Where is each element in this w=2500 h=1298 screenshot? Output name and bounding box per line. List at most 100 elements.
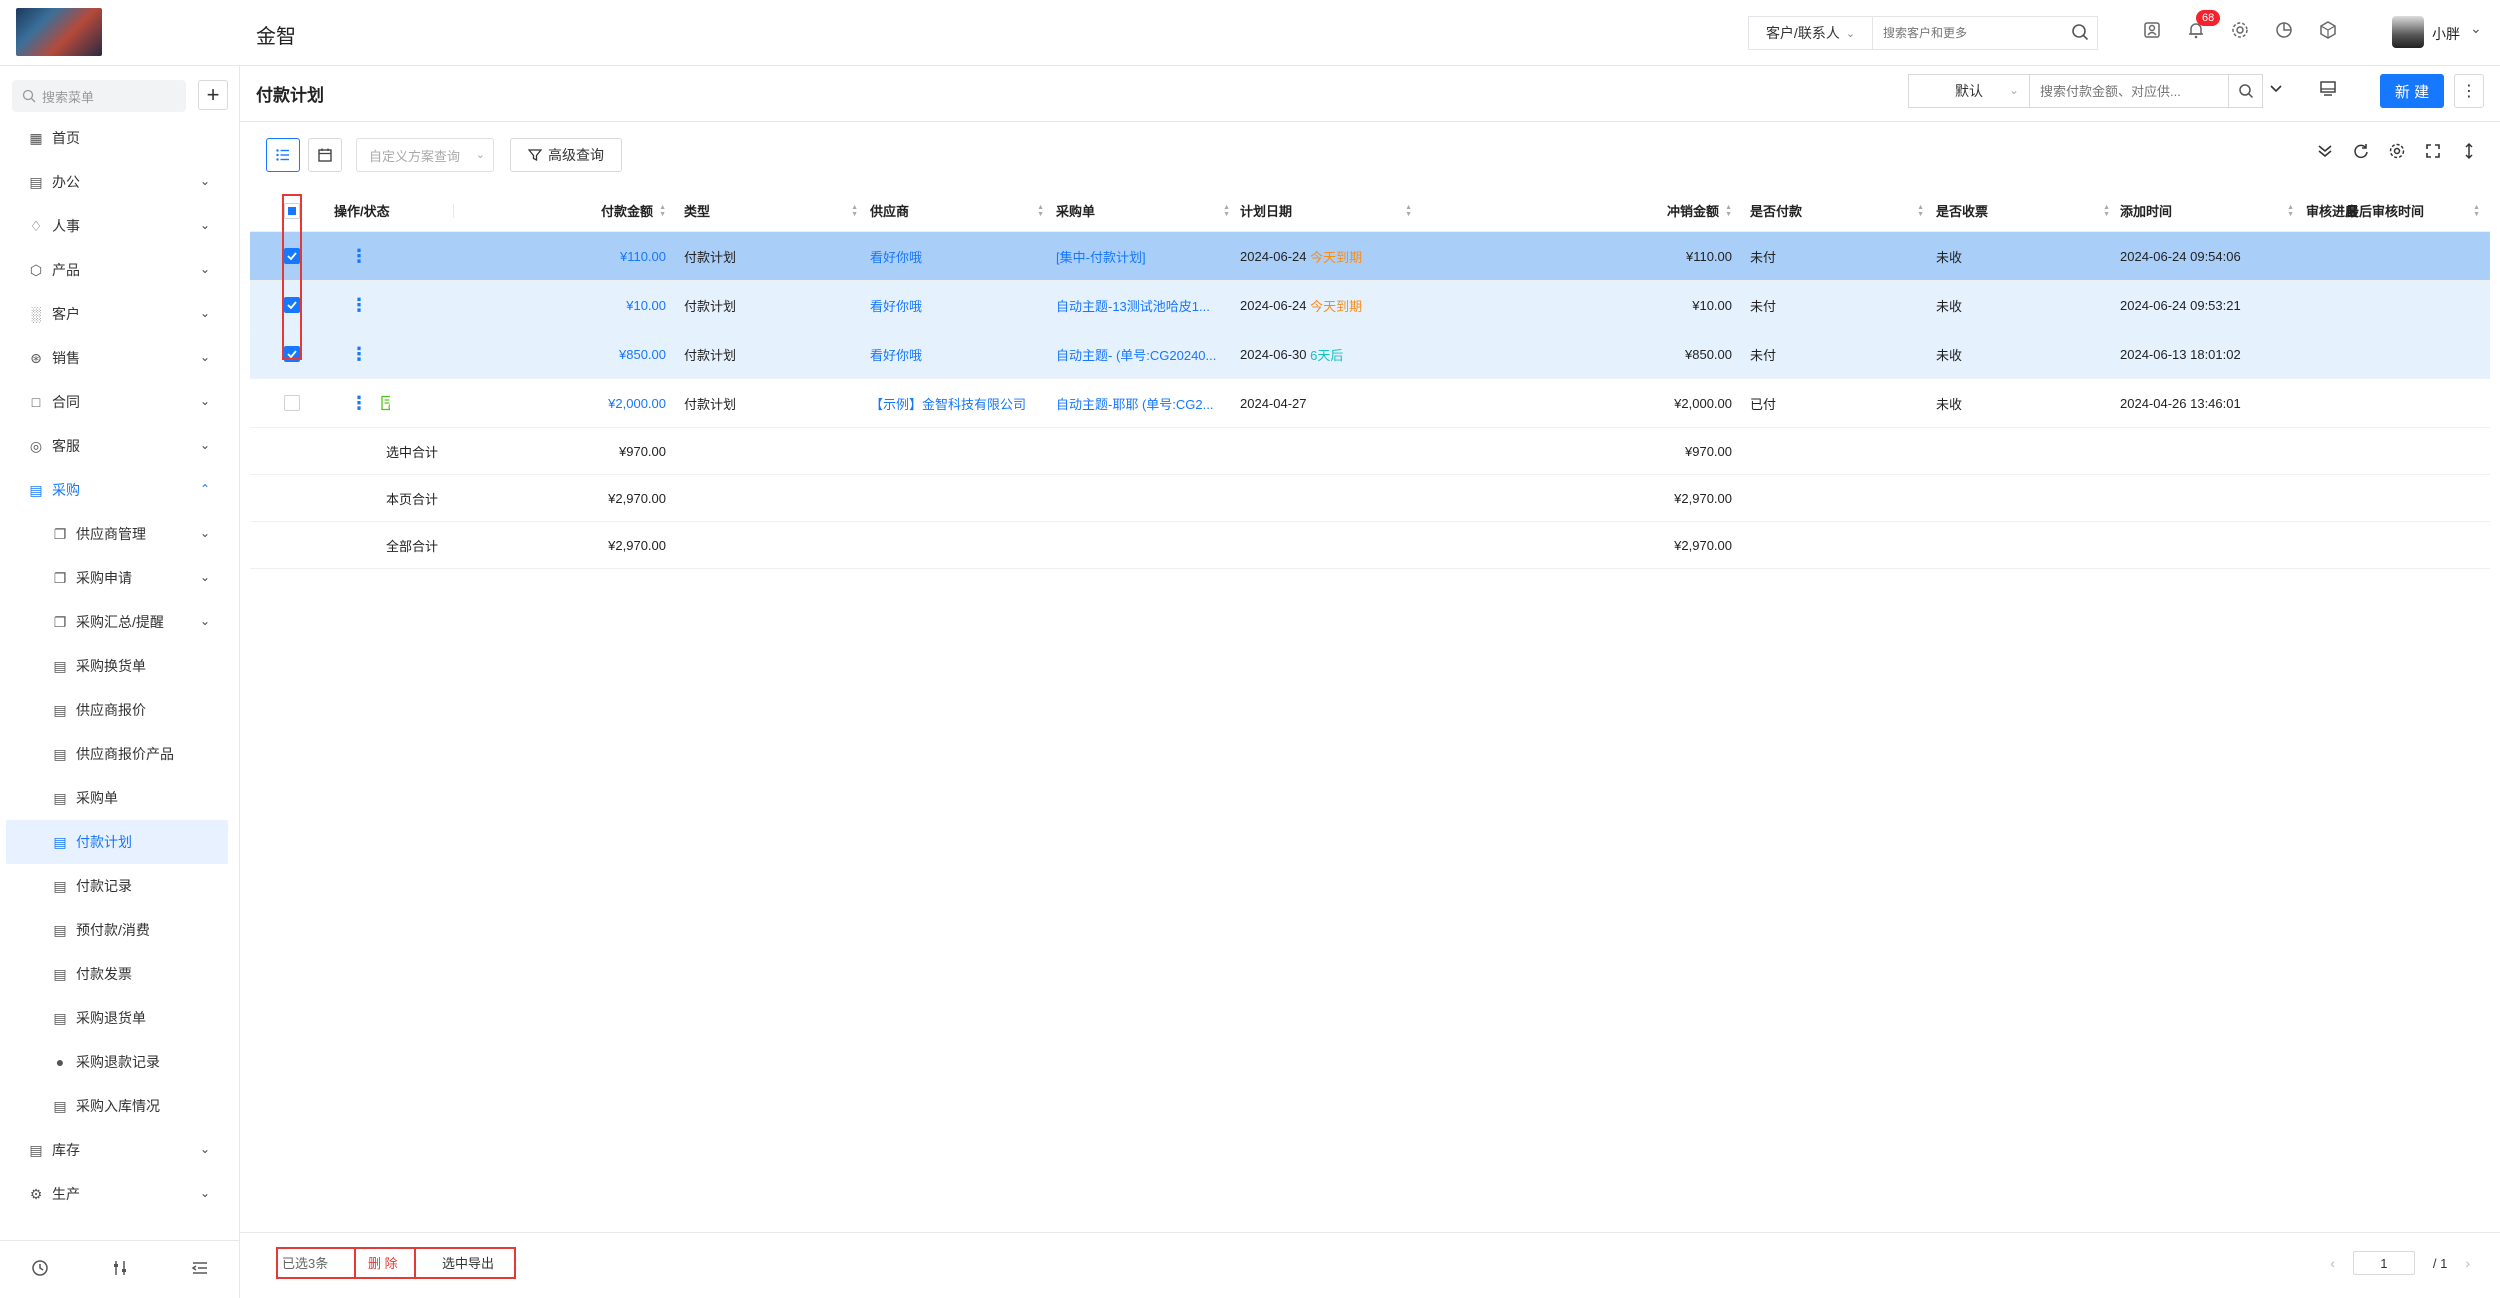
row-actions-icon[interactable]: ⋮ xyxy=(350,295,368,316)
sidebar-sub-payment-plan[interactable]: ▤ 付款计划 xyxy=(6,820,228,864)
sort-icon[interactable]: ▲ ▼ xyxy=(2473,204,2480,218)
history-icon[interactable] xyxy=(30,1258,50,1281)
header-type[interactable]: 类型 ▲ ▼ xyxy=(684,190,866,231)
sidebar-sub-purchase-request[interactable]: ❐ 采购申请 ⌄ xyxy=(0,556,240,600)
cell-supplier[interactable]: 看好你哦 xyxy=(870,232,1052,280)
export-selected-button[interactable]: 选中导出 xyxy=(442,1253,494,1272)
cell-po[interactable]: [集中-付款计划] xyxy=(1056,232,1238,280)
menu-search[interactable]: 搜索菜单 xyxy=(12,80,186,112)
cell-amount[interactable]: ¥110.00 xyxy=(454,232,674,280)
sort-icon[interactable]: ▲ ▼ xyxy=(659,204,666,218)
fullscreen-icon[interactable] xyxy=(2424,142,2442,163)
row-actions-icon[interactable]: ⋮ xyxy=(350,344,368,365)
table-row[interactable]: ⋮ ¥10.00 付款计划 看好你哦 自动主题-13测试池哈皮1... 2024… xyxy=(250,281,2490,330)
contacts-icon[interactable] xyxy=(2140,18,2164,42)
column-settings-icon[interactable] xyxy=(2388,142,2406,163)
prev-page-icon[interactable]: ‹ xyxy=(2330,1255,2335,1271)
sidebar-sub-purchase-order[interactable]: ▤ 采购单 xyxy=(0,776,240,820)
sidebar-sub-refund-record[interactable]: ● 采购退款记录 xyxy=(0,1040,240,1084)
collapse-all-icon[interactable] xyxy=(2316,142,2334,163)
row-actions-icon[interactable]: ⋮ xyxy=(350,246,368,267)
sidebar-sub-prepayment[interactable]: ▤ 预付款/消费 xyxy=(0,908,240,952)
header-invoiced[interactable]: 是否收票 ▲ ▼ xyxy=(1936,190,2118,231)
sidebar-sub-supplier-quote-product[interactable]: ▤ 供应商报价产品 xyxy=(0,732,240,776)
sidebar-item-contract[interactable]: □ 合同 ⌄ xyxy=(0,380,240,424)
cell-supplier[interactable]: 看好你哦 xyxy=(870,330,1052,378)
sidebar-item-customer[interactable]: ░ 客户 ⌄ xyxy=(0,292,240,336)
more-options-button[interactable]: ⋮ xyxy=(2454,74,2484,108)
page-search-button[interactable] xyxy=(2229,74,2263,108)
pie-chart-icon[interactable] xyxy=(2272,18,2296,42)
header-supplier[interactable]: 供应商 ▲ ▼ xyxy=(870,190,1052,231)
header-amount[interactable]: 付款金额 ▲ ▼ xyxy=(454,190,674,231)
refresh-icon[interactable] xyxy=(2352,142,2370,163)
cell-po[interactable]: 自动主题-13测试池哈皮1... xyxy=(1056,281,1238,329)
add-menu-button[interactable]: + xyxy=(198,80,228,110)
table-row[interactable]: ⋮ ¥850.00 付款计划 看好你哦 自动主题- (单号:CG20240...… xyxy=(250,330,2490,379)
cell-supplier[interactable]: 看好你哦 xyxy=(870,281,1052,329)
sidebar-sub-inbound-status[interactable]: ▤ 采购入库情况 xyxy=(0,1084,240,1128)
user-avatar[interactable] xyxy=(2392,16,2424,48)
list-view-icon[interactable] xyxy=(266,138,300,172)
username[interactable]: 小胖 xyxy=(2432,24,2460,44)
search-type-select[interactable]: 客户/联系人 ⌄ xyxy=(1748,16,1872,50)
page-search-input[interactable] xyxy=(2040,83,2226,99)
sort-icon[interactable]: ▲ ▼ xyxy=(2287,204,2294,218)
sidebar-sub-payment-record[interactable]: ▤ 付款记录 xyxy=(0,864,240,908)
header-last-audit[interactable]: 最后审核时间 ▲ ▼ xyxy=(2310,190,2480,231)
cell-amount[interactable]: ¥2,000.00 xyxy=(454,379,674,427)
sidebar-item-warehouse[interactable]: ▤ 库存 ⌄ xyxy=(0,1128,240,1172)
sort-icon[interactable]: ▲ ▼ xyxy=(851,204,858,218)
view-select[interactable]: 默认 ⌄ xyxy=(1908,74,2030,108)
page-input[interactable]: 1 xyxy=(2352,1251,2415,1275)
global-search[interactable] xyxy=(1872,16,2098,50)
paid-record-icon[interactable] xyxy=(380,395,390,411)
sidebar-sub-supplier-quote[interactable]: ▤ 供应商报价 xyxy=(0,688,240,732)
app-logo[interactable] xyxy=(16,8,102,56)
sidebar-item-product[interactable]: ⬡ 产品 ⌄ xyxy=(0,248,240,292)
sidebar-item-service[interactable]: ◎ 客服 ⌄ xyxy=(0,424,240,468)
table-row[interactable]: ⋮ ¥110.00 付款计划 看好你哦 [集中-付款计划] 2024-06-24… xyxy=(250,232,2490,281)
header-po[interactable]: 采购单 ▲ ▼ xyxy=(1056,190,1238,231)
new-button[interactable]: 新 建 xyxy=(2380,74,2444,108)
row-checkbox[interactable] xyxy=(284,395,300,411)
cell-amount[interactable]: ¥850.00 xyxy=(454,330,674,378)
sort-icon[interactable]: ▲ ▼ xyxy=(1037,204,1044,218)
monitor-icon[interactable] xyxy=(2318,78,2338,101)
page-search[interactable] xyxy=(2029,74,2229,108)
sort-icon[interactable]: ▲ ▼ xyxy=(1223,204,1230,218)
cell-supplier[interactable]: 【示例】金智科技有限公司 xyxy=(870,379,1052,427)
sort-icon[interactable]: ▲ ▼ xyxy=(1405,204,1412,218)
sliders-icon[interactable] xyxy=(110,1258,130,1281)
cell-po[interactable]: 自动主题-耶耶 (单号:CG2... xyxy=(1056,379,1238,427)
sort-icon[interactable]: ▲ ▼ xyxy=(1725,204,1732,218)
sort-icon[interactable]: ▲ ▼ xyxy=(2103,204,2110,218)
search-icon[interactable] xyxy=(2071,23,2089,44)
next-page-icon[interactable]: › xyxy=(2465,1255,2470,1271)
delete-button[interactable]: 删 除 xyxy=(368,1253,398,1272)
header-offset[interactable]: 冲销金额 ▲ ▼ xyxy=(1424,190,1740,231)
cell-amount[interactable]: ¥10.00 xyxy=(454,281,674,329)
sidebar-sub-purchase-return[interactable]: ▤ 采购退货单 xyxy=(0,996,240,1040)
row-actions-icon[interactable]: ⋮ xyxy=(350,393,368,414)
row-height-icon[interactable] xyxy=(2460,142,2478,163)
sort-icon[interactable]: ▲ ▼ xyxy=(1917,204,1924,218)
sidebar-item-sales[interactable]: ⊛ 销售 ⌄ xyxy=(0,336,240,380)
collapse-menu-icon[interactable] xyxy=(190,1258,210,1281)
global-search-input[interactable] xyxy=(1883,26,2063,40)
sidebar-item-production[interactable]: ⚙ 生产 ⌄ xyxy=(0,1172,240,1216)
header-date[interactable]: 计划日期 ▲ ▼ xyxy=(1240,190,1420,231)
custom-scheme-select[interactable]: 自定义方案查询 ⌄ xyxy=(356,138,494,172)
calendar-view-icon[interactable] xyxy=(308,138,342,172)
sidebar-item-purchase[interactable]: ▤ 采购 ⌃ xyxy=(0,468,240,512)
advanced-query-button[interactable]: 高级查询 xyxy=(510,138,622,172)
notification-bell-icon[interactable]: 68 xyxy=(2184,10,2221,42)
header-added[interactable]: 添加时间 ▲ ▼ xyxy=(2120,190,2302,231)
sidebar-sub-purchase-summary[interactable]: ❐ 采购汇总/提醒 ⌄ xyxy=(0,600,240,644)
sidebar-item-home[interactable]: ▦ 首页 xyxy=(0,116,240,160)
table-row[interactable]: ⋮ ¥2,000.00 付款计划 【示例】金智科技有限公司 自动主题-耶耶 (单… xyxy=(250,379,2490,428)
chevron-down-icon[interactable]: ⌄ xyxy=(2470,20,2482,37)
sidebar-item-office[interactable]: ▤ 办公 ⌄ xyxy=(0,160,240,204)
cell-po[interactable]: 自动主题- (单号:CG20240... xyxy=(1056,330,1238,378)
header-paid[interactable]: 是否付款 ▲ ▼ xyxy=(1750,190,1932,231)
